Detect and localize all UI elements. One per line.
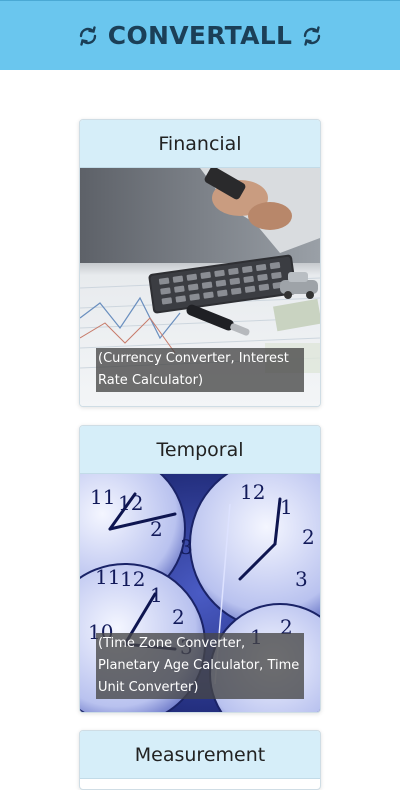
svg-text:3: 3 — [180, 535, 193, 559]
temporal-caption: (Time Zone Converter, Planetary Age Calc… — [96, 633, 304, 699]
card-title: Financial — [80, 120, 320, 168]
svg-text:3: 3 — [295, 567, 308, 591]
app-title: CONVERTALL — [107, 21, 293, 50]
financial-caption: (Currency Converter, Interest Rate Calcu… — [96, 348, 304, 392]
svg-text:11: 11 — [90, 485, 115, 509]
app-header: CONVERTALL — [0, 0, 400, 70]
measurement-card[interactable]: Measurement — [79, 730, 321, 790]
svg-text:12: 12 — [120, 567, 145, 591]
sync-icon — [300, 24, 324, 48]
svg-text:12: 12 — [240, 480, 265, 504]
svg-text:1: 1 — [280, 495, 293, 519]
svg-text:2: 2 — [172, 605, 185, 629]
temporal-card[interactable]: Temporal 11 12 2 3 12 1 2 3 11 12 1 2 10… — [79, 425, 321, 713]
sync-icon — [76, 24, 100, 48]
svg-text:11: 11 — [95, 565, 120, 589]
financial-card[interactable]: Financial (Currency Converter, Interest … — [79, 119, 321, 407]
svg-text:1: 1 — [150, 583, 163, 607]
financial-image: (Currency Converter, Interest Rate Calcu… — [80, 168, 320, 406]
card-title: Measurement — [80, 731, 320, 779]
card-title: Temporal — [80, 426, 320, 474]
svg-text:2: 2 — [302, 525, 315, 549]
temporal-image: 1112 23 121 23 1112 12 310 12 (Time Zone… — [80, 474, 320, 712]
